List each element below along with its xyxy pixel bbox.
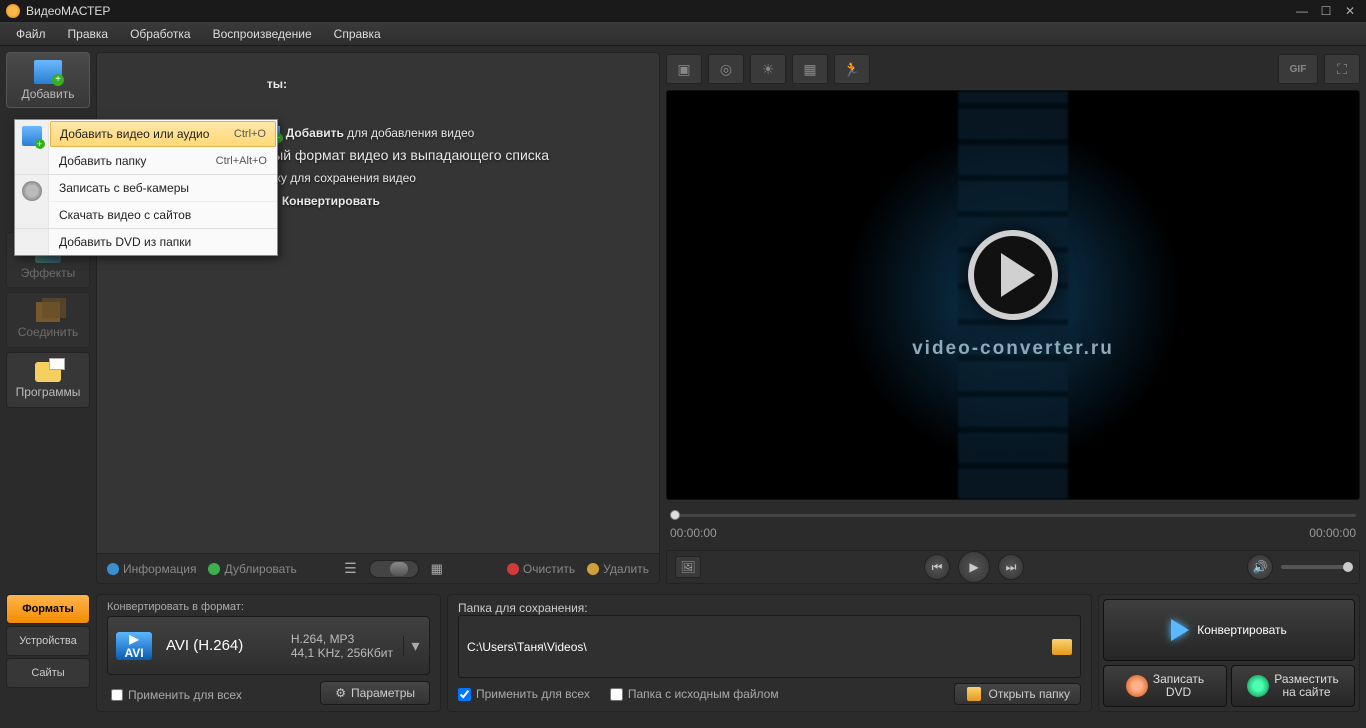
menu-download-from-sites[interactable]: Скачать видео с сайтов: [49, 202, 277, 228]
params-button[interactable]: ⚙Параметры: [320, 681, 430, 705]
list-toolbar: Информация Дублировать ☰ ▦ Очистить Удал…: [97, 553, 659, 583]
webcam-icon: [22, 181, 42, 201]
app-logo-icon: [6, 4, 20, 18]
duplicate-button[interactable]: Дублировать: [208, 562, 296, 576]
clear-icon: [507, 563, 519, 575]
menu-add-folder[interactable]: Добавить папкуCtrl+Alt+O: [49, 148, 277, 174]
add-dropdown-menu: Добавить видео или аудиоCtrl+O Добавить …: [14, 119, 278, 256]
tool-crop-icon[interactable]: ▣: [666, 54, 702, 84]
save-path-field[interactable]: C:\Users\Таня\Videos\: [458, 615, 1081, 678]
menu-file[interactable]: Файл: [6, 24, 56, 44]
menu-playback[interactable]: Воспроизведение: [203, 24, 322, 44]
format-pane: Конвертировать в формат: ▶AVI AVI (H.264…: [96, 594, 441, 712]
play-icon: [968, 230, 1058, 320]
snapshot-button[interactable]: 🖼: [675, 556, 701, 578]
open-folder-button[interactable]: Открыть папку: [954, 683, 1081, 705]
volume-slider[interactable]: [1281, 565, 1351, 569]
format-apply-all[interactable]: Применить для всех: [107, 688, 242, 702]
brand-text: video-converter.ru: [912, 338, 1114, 360]
volume-button[interactable]: 🔊: [1247, 554, 1273, 580]
prev-button[interactable]: ⏮: [924, 554, 950, 580]
tool-speed-icon[interactable]: 🏃: [834, 54, 870, 84]
tab-formats[interactable]: Форматы: [6, 594, 90, 624]
save-apply-all[interactable]: Применить для всех: [458, 687, 590, 701]
delete-button[interactable]: Удалить: [587, 562, 649, 576]
tool-enhance-icon[interactable]: ◎: [708, 54, 744, 84]
welcome-heading: Для начала работы:: [167, 73, 629, 93]
video-preview[interactable]: video-converter.ru: [666, 90, 1360, 500]
sidebar-programs[interactable]: Программы: [6, 352, 90, 408]
app-title: ВидеоМАСТЕР: [26, 4, 1288, 18]
time-current: 00:00:00: [670, 526, 717, 540]
format-selector[interactable]: ▶AVI AVI (H.264) H.264, MP344,1 KHz, 256…: [107, 616, 430, 675]
next-button[interactable]: ⏭: [998, 554, 1024, 580]
video-toolbar: ▣ ◎ ☀ ▦ 🏃 GIF ⛶: [666, 52, 1360, 86]
format-tabs: Форматы Устройства Сайты: [6, 594, 90, 688]
playback-controls: 🖼 ⏮ ▶ ⏭ 🔊: [666, 550, 1360, 584]
add-icon: [34, 60, 62, 84]
sidebar-merge[interactable]: Соединить: [6, 292, 90, 348]
format-label: Конвертировать в формат:: [107, 601, 430, 613]
time-slider[interactable]: [666, 508, 1360, 522]
menu-add-dvd-folder[interactable]: Добавить DVD из папки: [49, 229, 277, 255]
save-source-folder[interactable]: Папка с исходным файлом: [610, 687, 779, 701]
sidebar-add[interactable]: Добавить: [6, 52, 90, 108]
convert-icon: [1171, 619, 1189, 641]
dvd-icon: [1126, 675, 1148, 697]
info-button[interactable]: Информация: [107, 562, 196, 576]
publish-button[interactable]: Разместитьна сайте: [1231, 665, 1355, 707]
delete-icon: [587, 563, 599, 575]
programs-icon: [35, 362, 61, 382]
tool-brightness-icon[interactable]: ☀: [750, 54, 786, 84]
chevron-down-icon: ▾: [403, 636, 421, 656]
view-grid-icon[interactable]: ▦: [431, 561, 443, 577]
convert-button[interactable]: Конвертировать: [1103, 599, 1355, 661]
film-icon: [22, 126, 42, 146]
gif-button[interactable]: GIF: [1278, 54, 1318, 84]
menu-edit[interactable]: Правка: [58, 24, 119, 44]
format-meta2: 44,1 KHz, 256Кбит: [291, 646, 393, 660]
menu-record-webcam[interactable]: Записать с веб-камеры: [49, 175, 277, 202]
gear-icon: ⚙: [335, 686, 346, 700]
view-toggle[interactable]: [369, 560, 419, 578]
time-total: 00:00:00: [1309, 526, 1356, 540]
bottom-panel: Форматы Устройства Сайты Конвертировать …: [0, 590, 1366, 716]
maximize-button[interactable]: ☐: [1316, 3, 1336, 19]
preview-column: ▣ ◎ ☀ ▦ 🏃 GIF ⛶ video-converter.ru 00:00…: [666, 52, 1360, 584]
close-button[interactable]: ✕: [1340, 3, 1360, 19]
save-path: C:\Users\Таня\Videos\: [467, 640, 587, 654]
info-icon: [107, 563, 119, 575]
action-pane: Конвертировать ЗаписатьDVD Разместитьна …: [1098, 594, 1360, 712]
duplicate-icon: [208, 563, 220, 575]
folder-icon: [967, 687, 981, 701]
titlebar: ВидеоМАСТЕР — ☐ ✕: [0, 0, 1366, 22]
save-pane: Папка для сохранения: C:\Users\Таня\Vide…: [447, 594, 1092, 712]
view-list-icon[interactable]: ☰: [344, 560, 357, 577]
fullscreen-icon[interactable]: ⛶: [1324, 54, 1360, 84]
tab-devices[interactable]: Устройства: [6, 626, 90, 656]
menubar: Файл Правка Обработка Воспроизведение Сп…: [0, 22, 1366, 46]
burn-dvd-button[interactable]: ЗаписатьDVD: [1103, 665, 1227, 707]
tool-effects-icon[interactable]: ▦: [792, 54, 828, 84]
tab-sites[interactable]: Сайты: [6, 658, 90, 688]
menu-process[interactable]: Обработка: [120, 24, 201, 44]
play-button[interactable]: ▶: [958, 551, 990, 583]
merge-icon: [36, 302, 60, 322]
preview-placeholder: video-converter.ru: [912, 230, 1114, 360]
save-label: Папка для сохранения:: [458, 601, 1081, 615]
menu-add-video-audio[interactable]: Добавить видео или аудиоCtrl+O: [50, 121, 276, 147]
globe-icon: [1247, 675, 1269, 697]
sidebar-label: Добавить: [21, 87, 74, 101]
menu-help[interactable]: Справка: [324, 24, 391, 44]
format-name: AVI (H.264): [166, 637, 281, 654]
browse-folder-icon[interactable]: [1052, 639, 1072, 655]
format-badge-icon: ▶AVI: [116, 632, 152, 660]
time-labels: 00:00:00 00:00:00: [666, 526, 1360, 540]
format-meta1: H.264, MP3: [291, 632, 393, 646]
minimize-button[interactable]: —: [1292, 3, 1312, 19]
clear-button[interactable]: Очистить: [507, 562, 575, 576]
